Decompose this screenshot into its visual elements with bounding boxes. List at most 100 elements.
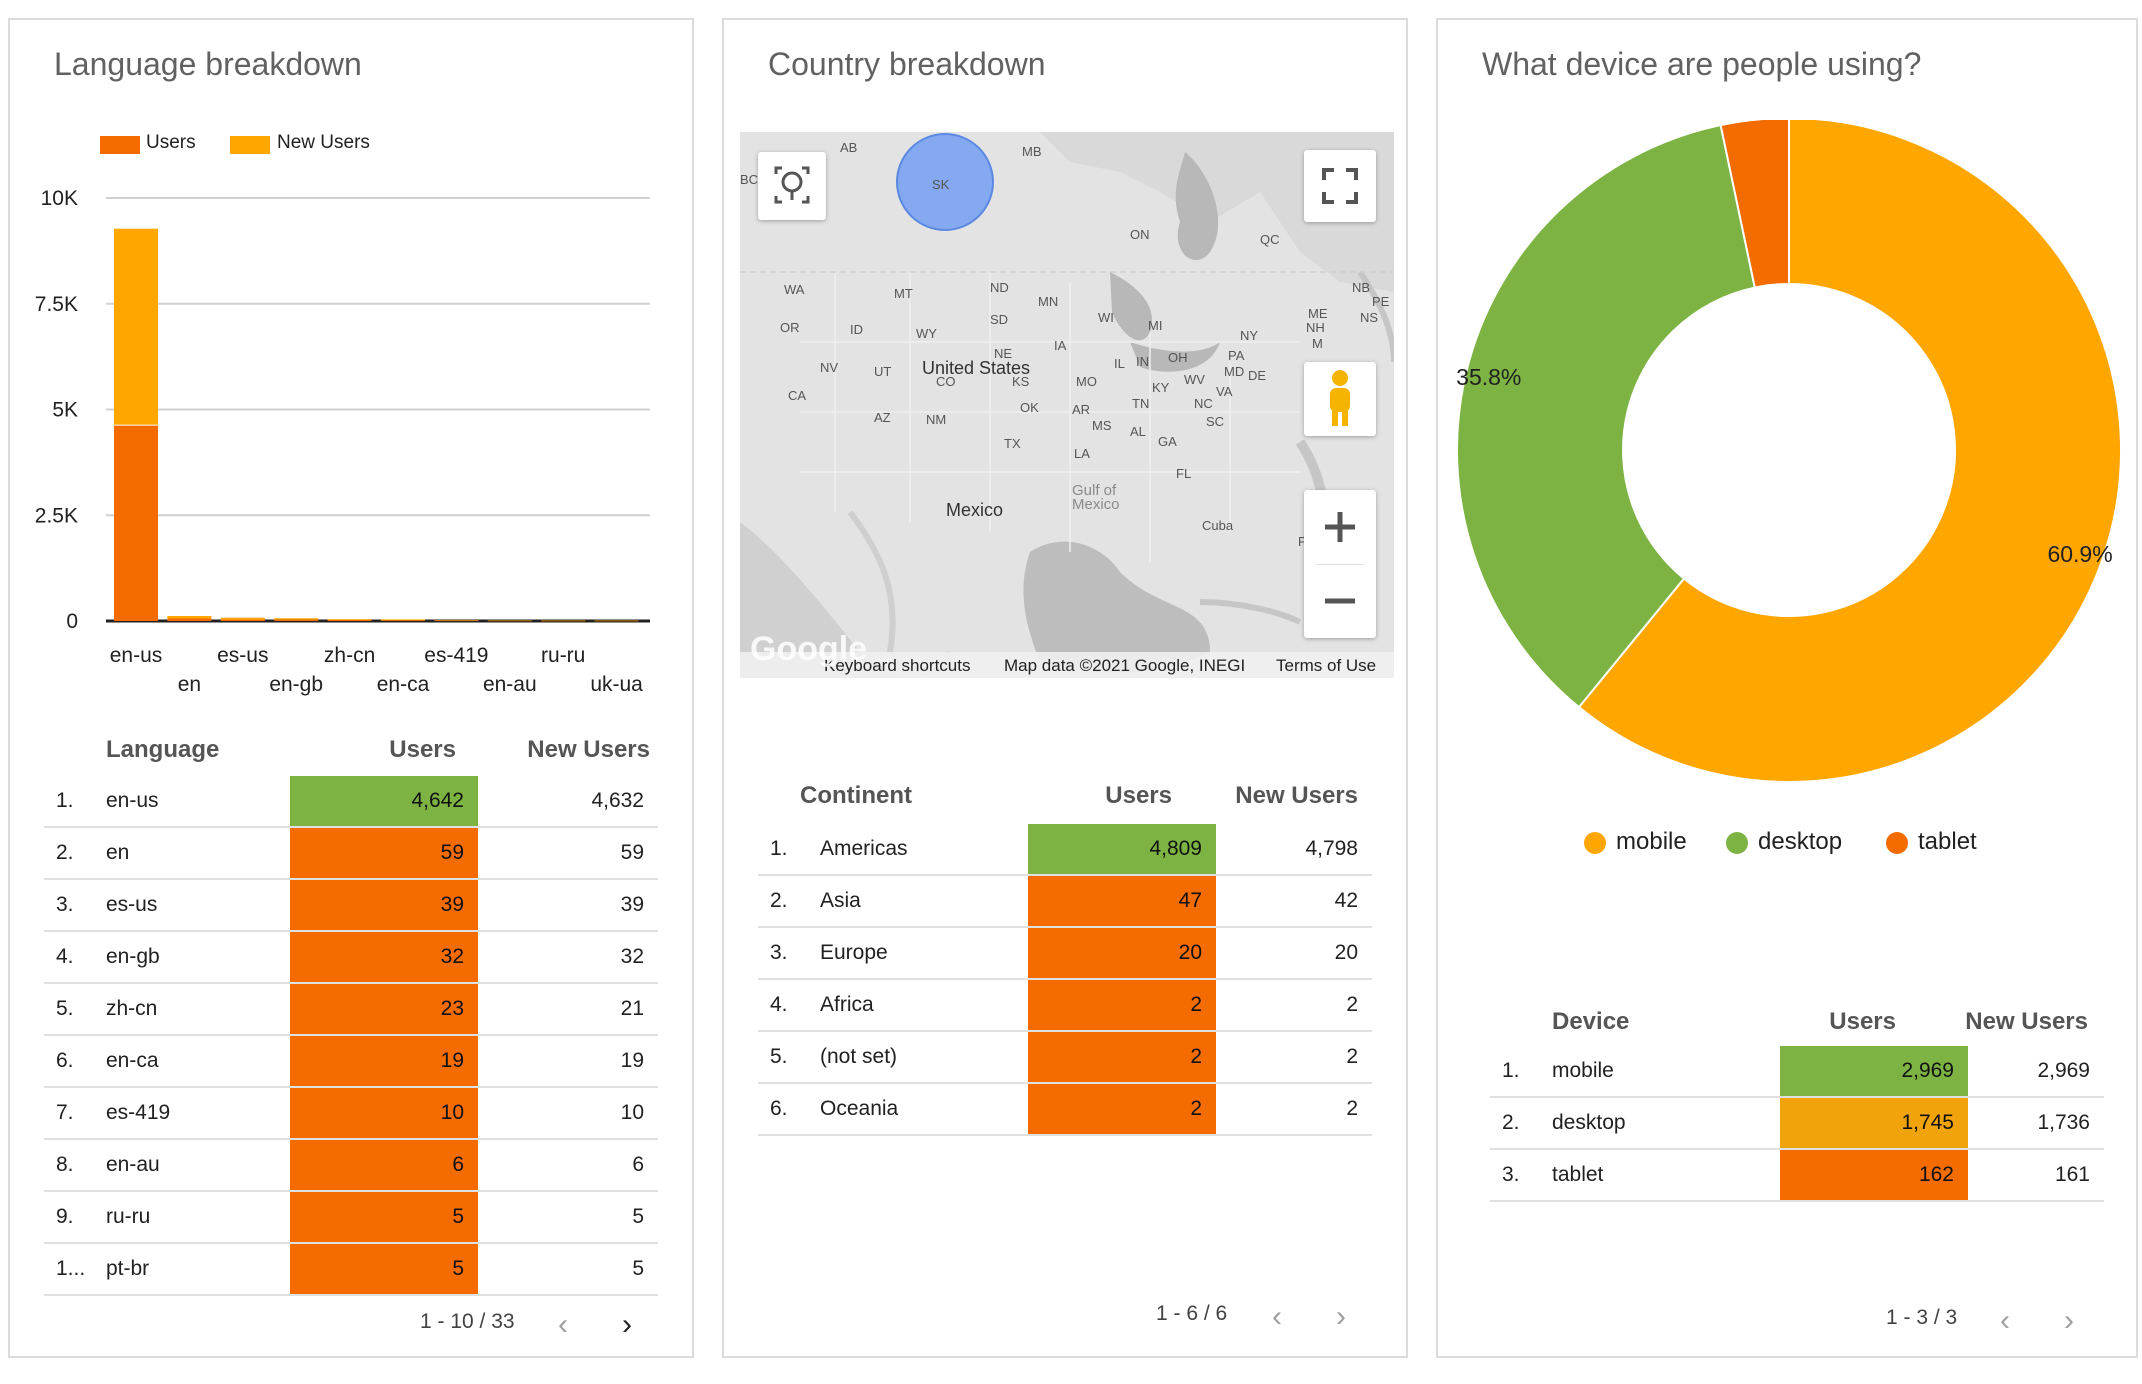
map-label: MN [1038, 294, 1059, 309]
next-page-icon[interactable]: › [2064, 1306, 2074, 1336]
google-logo: Google [750, 630, 868, 668]
table-row[interactable]: 9. ru-ru 5 5 [44, 1192, 658, 1244]
row-name: tablet [1552, 1163, 1604, 1186]
users-bar-cell: 32 [290, 932, 478, 982]
map-label: WV [1184, 372, 1205, 387]
row-name: ru-ru [106, 1205, 151, 1228]
next-page-icon[interactable]: › [1336, 1302, 1346, 1332]
country-map[interactable]: AB MB SK BC ON QC WA MT ND MN NB PE OR ID WY SD WI MI ME NS… [740, 132, 1394, 678]
column-header[interactable]: Users [389, 736, 456, 764]
table-row[interactable]: 2. Asia 47 42 [758, 876, 1372, 928]
users-value: 162 [1918, 1163, 1954, 1186]
map-label: NM [926, 412, 947, 427]
users-bar-cell: 5 [290, 1192, 478, 1242]
language-title: Language breakdown [54, 46, 362, 82]
prev-page-icon[interactable]: ‹ [2000, 1306, 2010, 1336]
zoom-out-button[interactable] [1304, 564, 1376, 638]
new-users-value: 6 [632, 1153, 644, 1176]
y-tick-label: 10K [41, 187, 78, 210]
legend-mobile[interactable]: mobile [1584, 828, 1687, 856]
x-tick-label: es-419 [424, 644, 488, 667]
map-data-text: Map data ©2021 Google, INEGI [1004, 656, 1246, 675]
prev-page-icon[interactable]: ‹ [558, 1310, 568, 1340]
table-row[interactable]: 5. zh-cn 23 21 [44, 984, 658, 1036]
map-label: NC [1194, 396, 1213, 411]
country-title: Country breakdown [768, 46, 1046, 82]
row-index: 6. [770, 1097, 788, 1120]
table-row[interactable]: 2. en 59 59 [44, 828, 658, 880]
table-row[interactable]: 2. desktop 1,745 1,736 [1490, 1098, 2104, 1150]
row-name: Asia [820, 889, 861, 912]
users-bar-cell: 2,969 [1780, 1046, 1968, 1096]
row-name: en-gb [106, 945, 160, 968]
column-header[interactable]: Device [1552, 1008, 1629, 1036]
map-label: ON [1130, 227, 1150, 242]
table-row[interactable]: 3. es-us 39 39 [44, 880, 658, 932]
row-index: 1... [56, 1257, 86, 1280]
new-users-value: 2 [1346, 993, 1358, 1016]
map-label: KY [1152, 380, 1170, 395]
row-name: Africa [820, 993, 874, 1016]
column-header[interactable]: New Users [527, 736, 650, 764]
row-index: 2. [770, 889, 788, 912]
language-pager-text: 1 - 10 / 33 [420, 1310, 515, 1333]
users-value: 2 [1190, 993, 1202, 1016]
terms-link[interactable]: Terms of Use [1276, 656, 1376, 676]
row-index: 8. [56, 1153, 74, 1176]
table-row[interactable]: 4. Africa 2 2 [758, 980, 1372, 1032]
column-header[interactable]: Language [106, 736, 219, 764]
column-header[interactable]: Continent [800, 782, 912, 810]
table-row[interactable]: 1. en-us 4,642 4,632 [44, 776, 658, 828]
legend-new-users-swatch [230, 136, 270, 154]
map-label: WA [784, 282, 805, 297]
map-land [740, 132, 1394, 678]
legend-tablet[interactable]: tablet [1886, 828, 1977, 856]
column-header[interactable]: New Users [1235, 782, 1358, 810]
prev-page-icon[interactable]: ‹ [1272, 1302, 1282, 1332]
map-location-button[interactable] [758, 152, 826, 220]
map-label: GA [1158, 434, 1177, 449]
column-header[interactable]: Users [1829, 1008, 1896, 1036]
x-tick-label: uk-ua [590, 673, 643, 696]
users-value: 59 [440, 841, 464, 864]
new-users-value: 1,736 [2037, 1111, 2090, 1134]
bar-en-ca-users [381, 620, 425, 621]
zoom-in-button[interactable] [1304, 490, 1376, 564]
map-label: UT [874, 364, 892, 379]
pegman-icon [1330, 370, 1350, 426]
column-header[interactable]: Users [1105, 782, 1172, 810]
map-label: TN [1132, 396, 1150, 411]
table-row[interactable]: 8. en-au 6 6 [44, 1140, 658, 1192]
map-fullscreen-button[interactable] [1304, 150, 1376, 222]
users-value: 2 [1190, 1097, 1202, 1120]
new-users-value: 2 [1346, 1097, 1358, 1120]
table-row[interactable]: 3. tablet 162 161 [1490, 1150, 2104, 1202]
bar-en-au-new-users [487, 620, 532, 621]
new-users-value: 19 [620, 1049, 644, 1072]
table-row[interactable]: 5. (not set) 2 2 [758, 1032, 1372, 1084]
map-label: AZ [874, 410, 891, 425]
table-row[interactable]: 1... pt-br 5 5 [44, 1244, 658, 1296]
table-row[interactable]: 3. Europe 20 20 [758, 928, 1372, 980]
users-bar-cell: 6 [290, 1140, 478, 1190]
language-bar-chart: 10K 7.5K 5K 2.5K 0 en-us en es-usen-gbzh-cnen-c… [35, 187, 650, 696]
table-row[interactable]: 1. mobile 2,969 2,969 [1490, 1046, 2104, 1098]
row-index: 1. [1502, 1059, 1520, 1082]
map-label: Mexico [946, 500, 1004, 520]
table-row[interactable]: 1. Americas 4,809 4,798 [758, 824, 1372, 876]
map-label: SK [932, 177, 950, 192]
x-tick-label: en-ca [377, 673, 430, 696]
table-row[interactable]: 6. Oceania 2 2 [758, 1084, 1372, 1136]
table-row[interactable]: 6. en-ca 19 19 [44, 1036, 658, 1088]
table-row[interactable]: 7. es-419 10 10 [44, 1088, 658, 1140]
legend-desktop[interactable]: desktop [1726, 828, 1842, 856]
bar-en-ca-new-users [381, 619, 425, 621]
next-page-icon[interactable]: › [622, 1310, 632, 1340]
column-header[interactable]: New Users [1965, 1008, 2088, 1036]
users-bar-cell: 4,642 [290, 776, 478, 826]
plus-icon [1325, 512, 1355, 542]
legend-new-users-label[interactable]: New Users [277, 132, 370, 154]
table-row[interactable]: 4. en-gb 32 32 [44, 932, 658, 984]
legend-users-label[interactable]: Users [146, 132, 196, 154]
street-view-button[interactable] [1304, 362, 1376, 436]
